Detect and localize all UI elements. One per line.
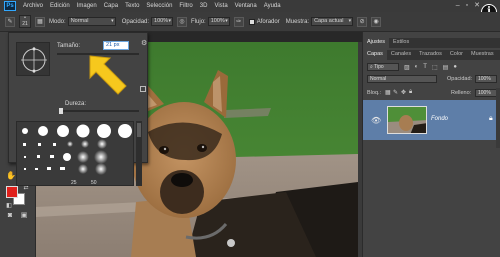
menu-ayuda[interactable]: Ayuda — [264, 3, 281, 9]
lock-brush-icon[interactable]: ✎ — [393, 89, 398, 96]
blend-row: Normal Opacidad: 100% — [367, 75, 497, 85]
quick-mask-icon[interactable]: ◙ — [4, 210, 16, 222]
filter-type-icon[interactable]: T — [423, 64, 427, 70]
filter-toggle-icon[interactable]: ● — [453, 64, 457, 70]
layer-name[interactable]: Fondo — [431, 116, 448, 122]
lock-label: Bloq.: — [367, 90, 382, 96]
layer-opacity-field[interactable]: 100% — [475, 75, 497, 83]
brush-tool-icon[interactable]: ✎ — [5, 16, 15, 27]
sample-label: Muestra: — [285, 18, 310, 25]
menu-edicion[interactable]: Edición — [50, 3, 70, 9]
layers-tabs: Capas Canales Trazados Color Muestras — [363, 50, 500, 60]
layer-filter-row: ⌕ Tipo ▨ ◐ T ⬚ ▤ ● — [367, 63, 457, 71]
layer-filter-select[interactable]: ⌕ Tipo — [367, 63, 399, 71]
menu-archivo[interactable]: Archivo — [23, 3, 43, 9]
opacity-field[interactable]: 100% — [151, 17, 174, 26]
brush-size-label: Tamaño: — [57, 43, 81, 49]
tab-color[interactable]: Color — [446, 50, 467, 60]
fill-field[interactable]: 100% — [475, 89, 497, 97]
tab-canales[interactable]: Canales — [387, 50, 415, 60]
tab-ajustes[interactable]: Ajustes — [363, 38, 390, 48]
menu-texto[interactable]: Texto — [125, 3, 139, 9]
eye-icon[interactable]: 👁︎ — [371, 116, 381, 125]
preset-size-50: 50 — [91, 180, 97, 186]
menu-bar: Ps Archivo Edición Imagen Capa Texto Sel… — [0, 0, 500, 12]
brush-size-input[interactable]: 21 px — [103, 41, 129, 50]
mode-select[interactable]: Normal — [67, 17, 116, 26]
photoshop-logo: Ps — [4, 1, 16, 11]
filter-shape-icon[interactable]: ⬚ — [432, 64, 438, 71]
menu-imagen[interactable]: Imagen — [77, 3, 97, 9]
menu-filtro[interactable]: Filtro — [179, 3, 192, 9]
menu-seleccion[interactable]: Selección — [146, 3, 172, 9]
lock-all-icon[interactable]: 🔒︎ — [409, 89, 412, 96]
layer-row-fondo[interactable]: 👁︎ Fondo 🔒︎ — [363, 100, 500, 140]
menu-capa[interactable]: Capa — [104, 3, 118, 9]
sample-select[interactable]: Capa actual — [311, 17, 354, 26]
layer-thumbnail — [387, 106, 427, 134]
airbrush-icon[interactable]: ✑ — [233, 16, 244, 27]
minimize-icon[interactable]: – — [456, 2, 460, 9]
presets-scrollbar[interactable] — [136, 121, 142, 186]
menu-vista[interactable]: Vista — [214, 3, 227, 9]
aligned-checkbox[interactable] — [248, 18, 255, 25]
layers-scrollbar[interactable] — [496, 88, 500, 148]
filter-adjustment-icon[interactable]: ◐ — [415, 64, 419, 70]
brush-preset-picker[interactable]: • 21 — [19, 15, 31, 28]
window-controls: – ▫ ✕ — [456, 2, 480, 9]
ignore-adjustment-icon[interactable]: ⊘ — [357, 16, 368, 27]
pressure-size-icon[interactable]: ◉ — [371, 16, 382, 27]
tab-capas[interactable]: Capas — [363, 50, 387, 60]
layer-filter-value: Tipo — [374, 64, 384, 70]
filter-smart-icon[interactable]: ▤ — [443, 64, 449, 71]
new-preset-icon[interactable] — [140, 86, 146, 92]
fill-label: Relleno: — [451, 90, 472, 96]
maximize-icon[interactable]: ▫ — [466, 2, 468, 9]
lock-pixels-icon[interactable]: ▦ — [385, 89, 391, 96]
lock-move-icon[interactable]: ✥ — [401, 89, 406, 96]
tab-muestras[interactable]: Muestras — [467, 50, 498, 60]
options-bar: ✎ • 21 ▦ Modo: Normal Opacidad: 100% ◎ F… — [0, 12, 500, 32]
presets-scroll-thumb[interactable] — [137, 123, 141, 137]
layer-lock-icon: 🔒︎ — [489, 115, 493, 122]
layer-opacity-label: Opacidad: — [447, 76, 473, 82]
tab-estilos[interactable]: Estilos — [389, 38, 413, 48]
gear-icon[interactable]: ⚙ — [141, 39, 147, 47]
flow-field[interactable]: 100% — [207, 17, 230, 26]
tab-trazados[interactable]: Trazados — [415, 50, 446, 60]
preset-size-25: 25 — [71, 180, 77, 186]
filter-pixel-icon[interactable]: ▨ — [404, 64, 410, 71]
lock-row: Bloq.: ▦ ✎ ✥ 🔒︎ Relleno: 100% — [367, 89, 497, 99]
brush-panel-toggle-icon[interactable]: ▦ — [35, 16, 45, 27]
right-panels: Ajustes Estilos Capas Canales Trazados C… — [362, 32, 500, 257]
screen-mode-icon[interactable]: ▣ — [18, 210, 30, 222]
brush-presets-grid[interactable] — [16, 121, 134, 186]
close-icon[interactable]: ✕ — [474, 2, 480, 9]
aligned-label: Aforador — [256, 18, 280, 25]
hardness-slider[interactable] — [59, 108, 139, 114]
hardness-label: Dureza: — [65, 101, 87, 107]
flow-label: Flujo: — [191, 18, 206, 25]
foreground-color-swatch[interactable] — [6, 186, 18, 198]
menu-3d[interactable]: 3D — [200, 3, 208, 9]
adjustments-tabs: Ajustes Estilos — [363, 38, 500, 48]
brush-angle-preview[interactable] — [16, 42, 50, 76]
blend-mode-select[interactable]: Normal — [367, 75, 437, 83]
mode-label: Modo: — [49, 18, 66, 25]
menu-ventana[interactable]: Ventana — [235, 3, 257, 9]
hardness-slider-thumb[interactable] — [59, 108, 63, 114]
opacity-label: Opacidad: — [121, 18, 150, 25]
pressure-opacity-icon[interactable]: ◎ — [177, 16, 188, 27]
brush-size-readout: 21 — [22, 21, 28, 27]
tutorial-arrow-icon — [89, 55, 127, 95]
